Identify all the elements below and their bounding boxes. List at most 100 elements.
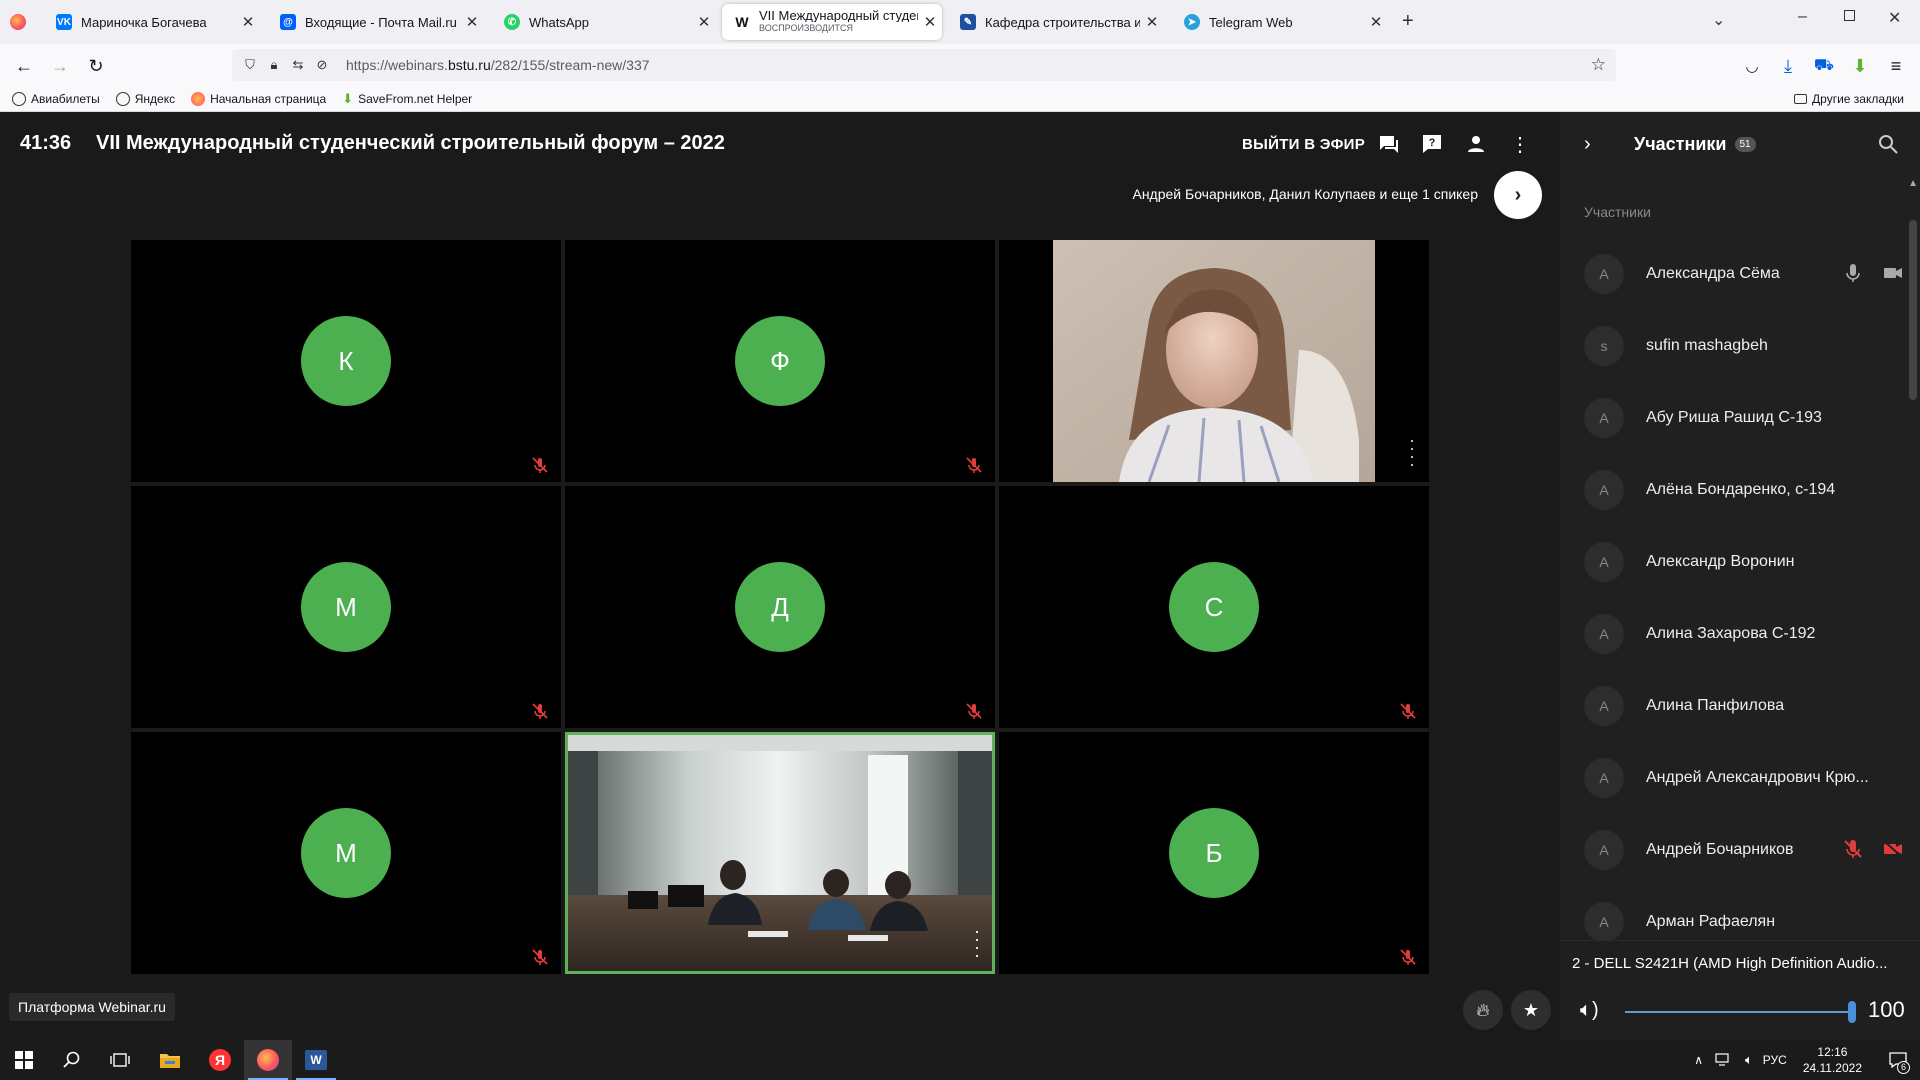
firefox-menu-icon[interactable] [10,14,26,30]
participant-row[interactable]: А Алина Захарова С-192 [1584,612,1904,656]
participant-tile[interactable]: М [131,732,561,974]
restore-icon[interactable] [1844,10,1855,21]
tracking-shield-icon[interactable]: ⛉ [238,57,262,73]
address-bar[interactable]: ⛉ 🔒︎ ⇆ ⊘ https://webinars.bstu.ru/282/15… [232,49,1616,81]
scroll-up-icon[interactable]: ▲ [1908,178,1918,189]
participant-row[interactable]: А Алёна Бондаренко, с-194 [1584,468,1904,512]
minimize-icon[interactable]: – [1798,8,1807,26]
participant-row[interactable]: А Арман Рафаелян [1584,900,1904,944]
tab-mail[interactable]: @ Входящие - Почта Mail.ru ✕ [268,4,484,40]
participants-panel: › Участники 51 ▲ Участники А Александра … [1560,112,1920,1040]
chat-icon[interactable] [1374,130,1402,158]
participant-tile[interactable]: Д [565,486,995,728]
bookmark-star-icon[interactable]: ☆ [1591,55,1606,75]
forward-icon[interactable]: → [46,52,74,80]
file-explorer-icon[interactable] [146,1040,194,1080]
close-tab-icon[interactable]: ✕ [1364,13,1388,31]
tab-kafedra[interactable]: ✎ Кафедра строительства и горо ✕ [948,4,1164,40]
network-icon[interactable] [1715,1053,1733,1067]
reactions-fire-button[interactable]: 🔥︎ [1463,990,1503,1030]
participant-tile[interactable]: Ф [565,240,995,482]
globe-icon [12,91,26,106]
back-icon[interactable]: ← [10,52,38,80]
yandex-browser-icon[interactable]: Я [196,1040,244,1080]
active-speaker-video-tile[interactable]: · · · · [565,732,995,974]
close-tab-icon[interactable]: ✕ [236,13,260,31]
event-title: VII Международный студенческий строитель… [96,132,725,154]
participant-row[interactable]: А Алина Панфилова [1584,684,1904,728]
permissions-icon[interactable]: ⇆ [286,57,310,73]
bookmark-savefrom[interactable]: ⬇ SaveFrom.net Helper [342,91,472,107]
bookmark-home[interactable]: Начальная страница [191,91,326,106]
close-window-icon[interactable]: ✕ [1888,8,1901,28]
menu-icon[interactable]: ≡ [1882,52,1910,80]
participant-video-tile[interactable]: · · · · [999,240,1429,482]
more-vertical-icon[interactable]: · · · · [1407,431,1417,473]
close-tab-icon[interactable]: ✕ [918,13,942,31]
tab-webinar[interactable]: W VII Международный студенчес ВОСПРОИЗВО… [722,4,942,40]
lock-icon[interactable]: 🔒︎ [262,57,286,73]
close-tab-icon[interactable]: ✕ [692,13,716,31]
mic-icon[interactable] [1842,262,1864,284]
collapse-panel-icon[interactable]: › [1584,133,1614,156]
participant-row[interactable]: А Андрей Бочарников [1584,828,1904,872]
search-icon[interactable] [1876,132,1900,156]
more-vertical-icon[interactable]: · · · · [972,922,982,964]
reload-icon[interactable]: ↻ [82,52,110,80]
cart-icon[interactable]: ⛟ [1810,52,1838,80]
word-icon[interactable]: W [292,1040,340,1080]
audio-device-name[interactable]: 2 - DELL S2421H (AMD High Definition Aud… [1572,955,1902,972]
pocket-icon[interactable]: ◡ [1738,52,1766,80]
participant-row[interactable]: А Андрей Александрович Крю... [1584,756,1904,800]
platform-brand-badge[interactable]: Платформа Webinar.ru [9,993,175,1021]
user-icon[interactable] [1462,130,1490,158]
bookmark-aviabilety[interactable]: Авиабилеты [12,91,100,106]
participant-row[interactable]: А Александр Воронин [1584,540,1904,584]
go-live-button[interactable]: ВЫЙТИ В ЭФИР [1242,136,1365,153]
question-icon[interactable]: ? [1418,130,1446,158]
more-vertical-icon[interactable]: ⋮ [1506,130,1534,158]
windows-start-icon[interactable] [0,1040,48,1080]
scrollbar[interactable] [1906,220,1920,400]
clock[interactable]: 12:16 24.11.2022 [1803,1044,1862,1076]
tab-title: WhatsApp [529,14,589,30]
participant-row[interactable]: А Александра Сёма [1584,252,1904,296]
speaker-icon[interactable]: 🔈︎) [1580,999,1599,1022]
new-tab-button[interactable]: + [1402,10,1414,33]
bookmark-yandex[interactable]: Яндекс [115,91,175,106]
close-tab-icon[interactable]: ✕ [460,13,484,31]
participant-initial: А [1584,254,1624,294]
webcam-video [999,240,1429,482]
speakers-next-button[interactable]: › [1494,171,1542,219]
tab-telegram[interactable]: ➤ Telegram Web ✕ [1172,4,1388,40]
camera-blocked-icon[interactable]: ⊘ [310,57,334,73]
participant-row[interactable]: s sufin mashagbeh [1584,324,1904,368]
firefox-taskbar-icon[interactable] [244,1040,292,1080]
volume-tray-icon[interactable]: 🔈︎ [1745,1052,1753,1068]
tab-list-icon[interactable]: ⌄ [1712,10,1725,30]
tab-vk[interactable]: VK Мариночка Богачева ✕ [44,4,260,40]
task-view-icon[interactable] [96,1040,144,1080]
participant-tile[interactable]: К [131,240,561,482]
notifications-icon[interactable]: 6 [1876,1040,1920,1080]
favorite-star-button[interactable]: ★ [1511,990,1551,1030]
search-icon[interactable] [48,1040,96,1080]
participant-row[interactable]: А Абу Риша Рашид С-193 [1584,396,1904,440]
other-bookmarks[interactable]: Другие закладки [1794,92,1904,106]
scrollbar-thumb[interactable] [1909,220,1917,400]
participant-tile[interactable]: Б [999,732,1429,974]
camera-icon[interactable] [1882,262,1904,284]
camera-off-icon[interactable] [1882,838,1904,860]
tab-whatsapp[interactable]: ✆ WhatsApp ✕ [492,4,716,40]
participant-tile[interactable]: М [131,486,561,728]
show-hidden-icons[interactable]: ∧ [1694,1053,1703,1067]
savefrom-icon[interactable]: ⬇ [1846,52,1874,80]
participant-tile[interactable]: С [999,486,1429,728]
downloads-icon[interactable]: ⤓ [1774,52,1802,80]
volume-slider-thumb[interactable] [1848,1001,1856,1023]
language-indicator[interactable]: РУС [1763,1053,1787,1067]
participant-initial: А [1584,902,1624,942]
close-tab-icon[interactable]: ✕ [1140,13,1164,31]
mic-muted-icon[interactable] [1842,838,1864,860]
volume-slider-track[interactable] [1625,1011,1853,1013]
